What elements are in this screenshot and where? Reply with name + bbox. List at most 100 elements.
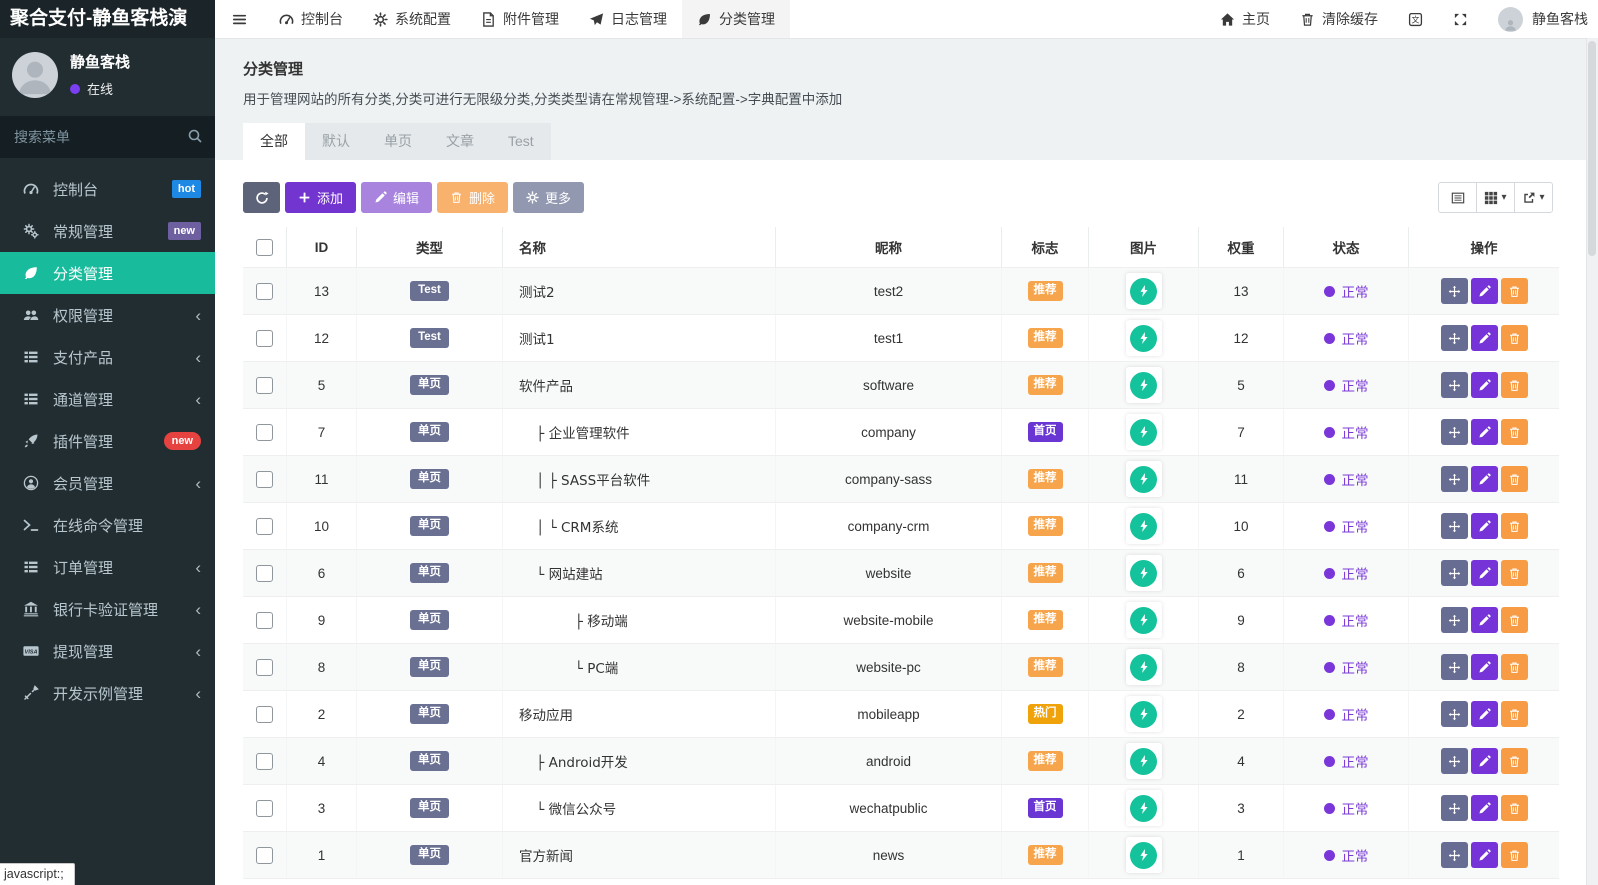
refresh-button[interactable]: [243, 182, 280, 213]
edit-row-button[interactable]: [1470, 701, 1498, 727]
column-header-nick[interactable]: 昵称: [776, 227, 1002, 267]
sidebar-item[interactable]: 权限管理 ‹: [0, 294, 215, 336]
edit-row-button[interactable]: [1470, 795, 1498, 821]
row-checkbox[interactable]: [256, 470, 273, 488]
sidebar-item[interactable]: VISA 提现管理 ‹: [0, 630, 215, 672]
scrollbar-thumb[interactable]: [1588, 41, 1596, 256]
column-header-flag[interactable]: 标志: [1002, 227, 1089, 267]
row-checkbox[interactable]: [256, 517, 273, 535]
drag-sort-button[interactable]: [1440, 372, 1468, 398]
drag-sort-button[interactable]: [1440, 278, 1468, 304]
delete-row-button[interactable]: [1500, 466, 1528, 492]
drag-sort-button[interactable]: [1440, 795, 1468, 821]
topbar-right-item[interactable]: [1438, 0, 1483, 38]
export-button[interactable]: ▾: [1514, 182, 1553, 213]
delete-row-button[interactable]: [1500, 701, 1528, 727]
drag-sort-button[interactable]: [1440, 607, 1468, 633]
delete-row-button[interactable]: [1500, 325, 1528, 351]
vertical-scrollbar[interactable]: [1586, 38, 1598, 885]
more-button[interactable]: 更多: [513, 182, 585, 213]
delete-row-button[interactable]: [1500, 842, 1528, 868]
topbar-right-item[interactable]: 文: [1393, 0, 1438, 38]
row-checkbox[interactable]: [256, 705, 273, 723]
sidebar-item[interactable]: 开发示例管理 ‹: [0, 672, 215, 714]
sidebar-item[interactable]: 订单管理 ‹: [0, 546, 215, 588]
topbar-right-item[interactable]: 主页: [1205, 0, 1285, 38]
topbar-user-menu[interactable]: 静鱼客栈: [1483, 0, 1598, 38]
row-checkbox[interactable]: [256, 752, 273, 770]
drag-sort-button[interactable]: [1440, 560, 1468, 586]
sidebar-item[interactable]: 控制台 hot: [0, 168, 215, 210]
drag-sort-button[interactable]: [1440, 325, 1468, 351]
sidebar-item[interactable]: 插件管理 new: [0, 420, 215, 462]
delete-row-button[interactable]: [1500, 278, 1528, 304]
delete-row-button[interactable]: [1500, 419, 1528, 445]
edit-row-button[interactable]: [1470, 513, 1498, 539]
topnav-item[interactable]: 分类管理: [682, 0, 790, 38]
detail-view-button[interactable]: [1438, 182, 1477, 213]
column-header-status[interactable]: 状态: [1284, 227, 1409, 267]
drag-sort-button[interactable]: [1440, 701, 1468, 727]
topnav-item[interactable]: 日志管理: [574, 0, 682, 38]
sidebar-item[interactable]: 支付产品 ‹: [0, 336, 215, 378]
delete-row-button[interactable]: [1500, 513, 1528, 539]
row-checkbox[interactable]: [256, 799, 273, 817]
row-checkbox[interactable]: [256, 423, 273, 441]
column-header-weight[interactable]: 权重: [1199, 227, 1284, 267]
search-input[interactable]: [0, 116, 215, 158]
sidebar-item[interactable]: 银行卡验证管理 ‹: [0, 588, 215, 630]
column-header-type[interactable]: 类型: [357, 227, 503, 267]
row-checkbox[interactable]: [256, 846, 273, 864]
tab[interactable]: 文章: [429, 123, 491, 160]
sidebar-item[interactable]: 常规管理 new: [0, 210, 215, 252]
delete-button[interactable]: 删除: [437, 182, 509, 213]
columns-toggle-button[interactable]: ▾: [1476, 182, 1515, 213]
row-checkbox[interactable]: [256, 611, 273, 629]
edit-button[interactable]: 编辑: [361, 182, 433, 213]
delete-row-button[interactable]: [1500, 748, 1528, 774]
edit-row-button[interactable]: [1470, 278, 1498, 304]
topnav-item[interactable]: 控制台: [264, 0, 358, 38]
row-checkbox[interactable]: [256, 282, 273, 300]
topnav-item[interactable]: 系统配置: [358, 0, 466, 38]
row-checkbox[interactable]: [256, 376, 273, 394]
sidebar-item[interactable]: 在线命令管理: [0, 504, 215, 546]
sidebar-item[interactable]: 通道管理 ‹: [0, 378, 215, 420]
drag-sort-button[interactable]: [1440, 748, 1468, 774]
add-button[interactable]: 添加: [285, 182, 357, 213]
topbar-right-item[interactable]: 清除缓存: [1285, 0, 1393, 38]
search-icon[interactable]: [187, 128, 203, 144]
sidebar-toggle-button[interactable]: [215, 0, 264, 38]
tab[interactable]: 全部: [243, 123, 305, 160]
delete-row-button[interactable]: [1500, 607, 1528, 633]
drag-sort-button[interactable]: [1440, 419, 1468, 445]
column-header-image[interactable]: 图片: [1089, 227, 1199, 267]
sidebar-item[interactable]: 分类管理: [0, 252, 215, 294]
column-header-name[interactable]: 名称: [503, 227, 776, 267]
edit-row-button[interactable]: [1470, 372, 1498, 398]
delete-row-button[interactable]: [1500, 654, 1528, 680]
delete-row-button[interactable]: [1500, 795, 1528, 821]
topnav-item[interactable]: 附件管理: [466, 0, 574, 38]
sidebar-item[interactable]: 会员管理 ‹: [0, 462, 215, 504]
tab[interactable]: Test: [491, 123, 551, 160]
edit-row-button[interactable]: [1470, 842, 1498, 868]
row-checkbox[interactable]: [256, 658, 273, 676]
edit-row-button[interactable]: [1470, 325, 1498, 351]
drag-sort-button[interactable]: [1440, 654, 1468, 680]
edit-row-button[interactable]: [1470, 607, 1498, 633]
row-checkbox[interactable]: [256, 329, 273, 347]
edit-row-button[interactable]: [1470, 419, 1498, 445]
drag-sort-button[interactable]: [1440, 513, 1468, 539]
delete-row-button[interactable]: [1500, 372, 1528, 398]
edit-row-button[interactable]: [1470, 466, 1498, 492]
select-all-checkbox[interactable]: [256, 238, 273, 256]
tab[interactable]: 默认: [305, 123, 367, 160]
tab[interactable]: 单页: [367, 123, 429, 160]
edit-row-button[interactable]: [1470, 654, 1498, 680]
edit-row-button[interactable]: [1470, 748, 1498, 774]
column-header-id[interactable]: ID: [287, 227, 357, 267]
drag-sort-button[interactable]: [1440, 842, 1468, 868]
drag-sort-button[interactable]: [1440, 466, 1468, 492]
edit-row-button[interactable]: [1470, 560, 1498, 586]
